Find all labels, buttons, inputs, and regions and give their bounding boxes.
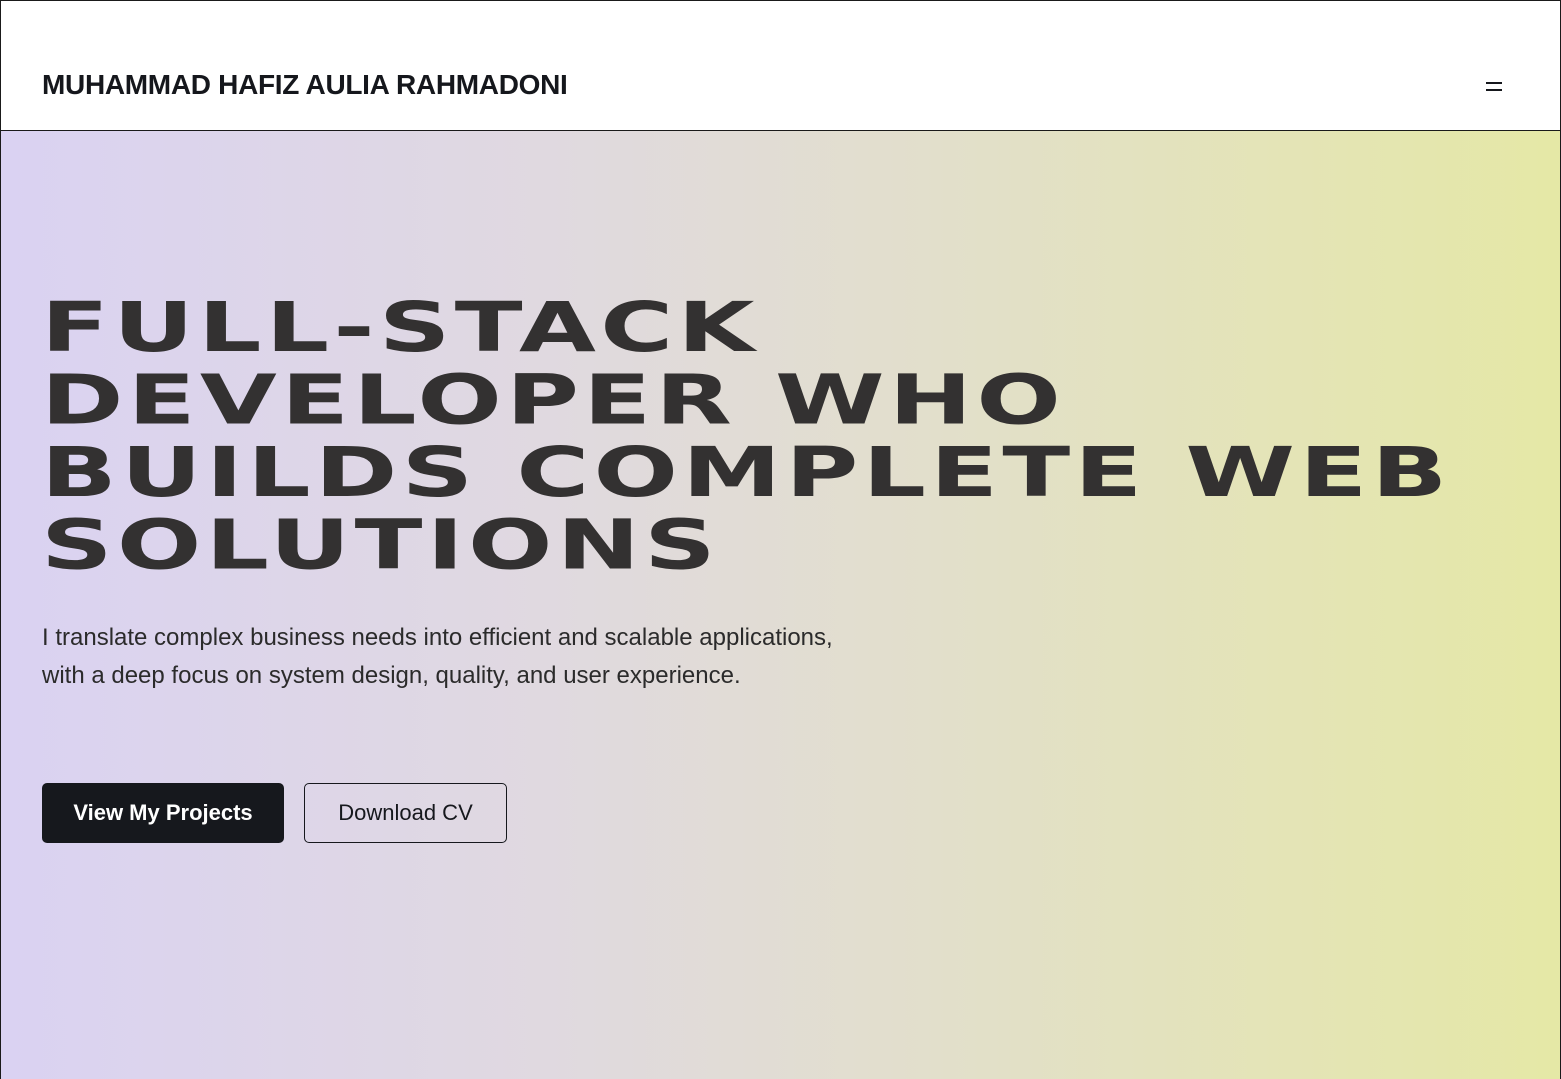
headline-line: BUILDS COMPLETE WEB: [41, 432, 1452, 513]
hero-section: FULL-STACK DEVELOPER WHO BUILDS COMPLETE…: [1, 131, 1560, 1079]
site-header: MUHAMMAD HAFIZ AULIA RAHMADONI: [1, 1, 1560, 131]
site-brand-name[interactable]: MUHAMMAD HAFIZ AULIA RAHMADONI: [42, 69, 568, 101]
hero-headline: FULL-STACK DEVELOPER WHO BUILDS COMPLETE…: [41, 291, 1452, 581]
menu-button[interactable]: [1479, 73, 1509, 101]
headline-line: FULL-STACK: [41, 287, 759, 368]
headline-line: DEVELOPER WHO: [41, 359, 1066, 440]
view-projects-button[interactable]: View My Projects: [42, 783, 284, 843]
download-cv-button[interactable]: Download CV: [304, 783, 507, 843]
headline-line: SOLUTIONS: [41, 504, 721, 585]
hero-subtitle: I translate complex business needs into …: [42, 624, 833, 689]
page-frame: MUHAMMAD HAFIZ AULIA RAHMADONI FULL-STAC…: [0, 0, 1561, 1079]
